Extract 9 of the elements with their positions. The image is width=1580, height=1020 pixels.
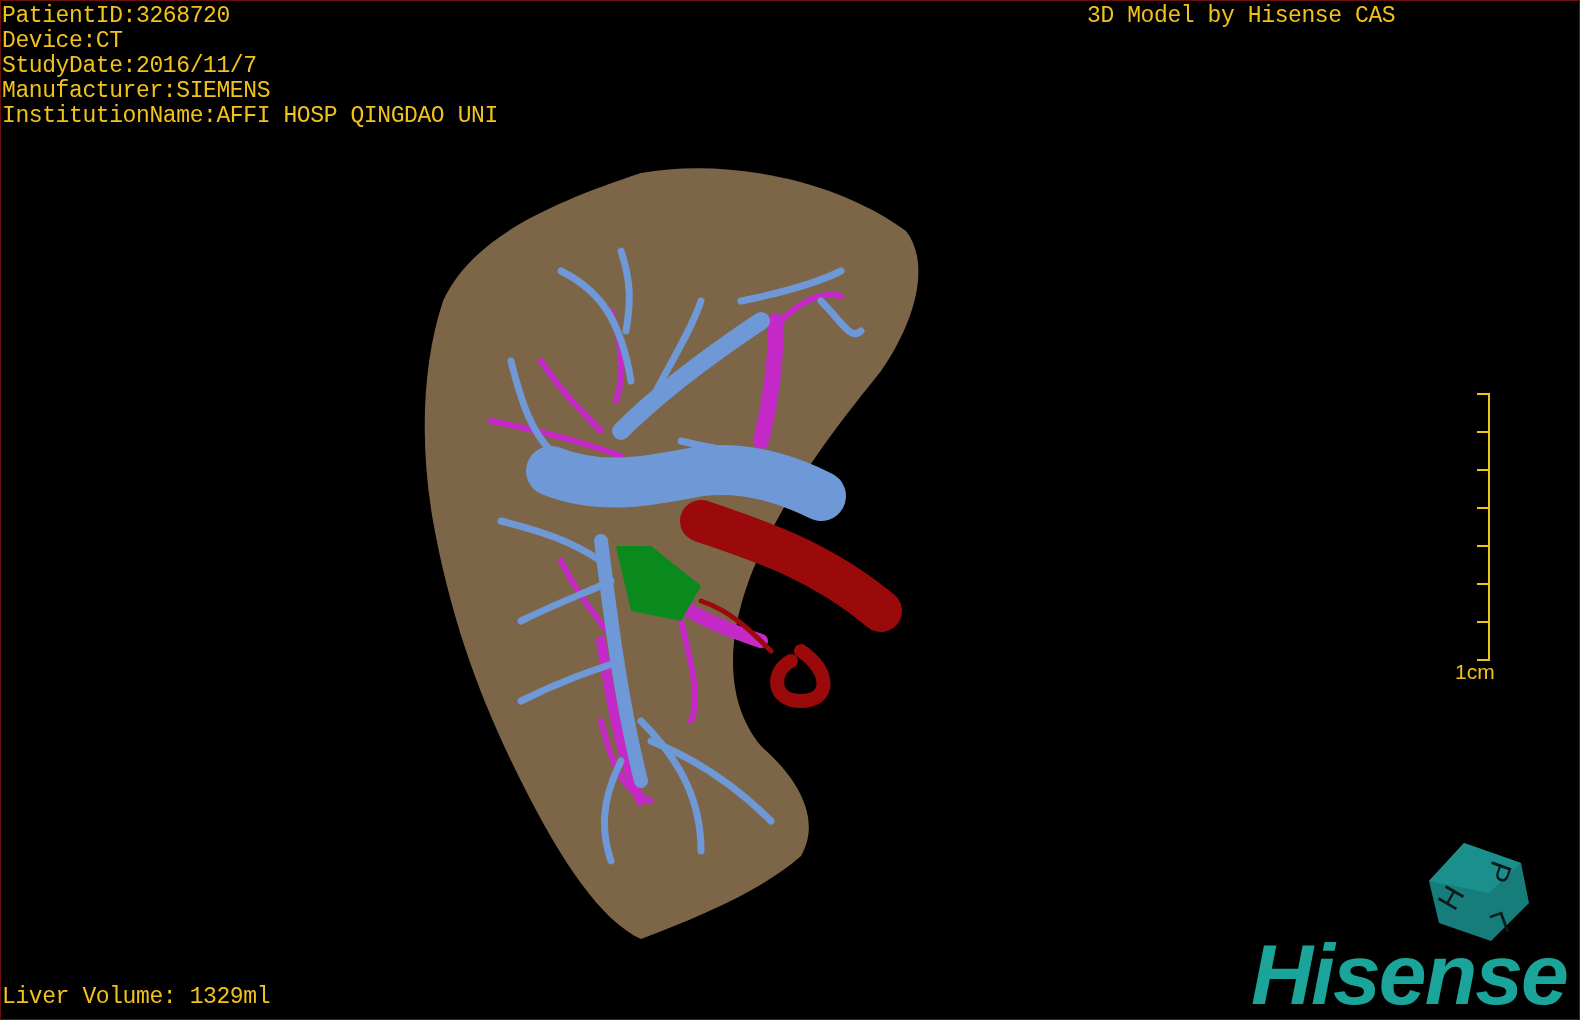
brand-logo: Hisense	[1251, 931, 1567, 1017]
patient-info-text: PatientID:3268720	[2, 4, 231, 29]
model-title: 3D Model by Hisense CAS	[1087, 4, 1396, 29]
patient-info-text: StudyDate:2016/11/7	[2, 54, 258, 79]
liver-volume-text: Liver Volume: 1329ml	[2, 985, 271, 1010]
scale-label: 1cm	[1455, 661, 1495, 683]
patient-info-text: Device:CT	[2, 29, 124, 54]
patient-info-text: InstitutionName:AFFI HOSP QINGDAO UNI	[2, 104, 498, 129]
patient-info-text: Manufacturer:SIEMENS	[2, 79, 272, 104]
